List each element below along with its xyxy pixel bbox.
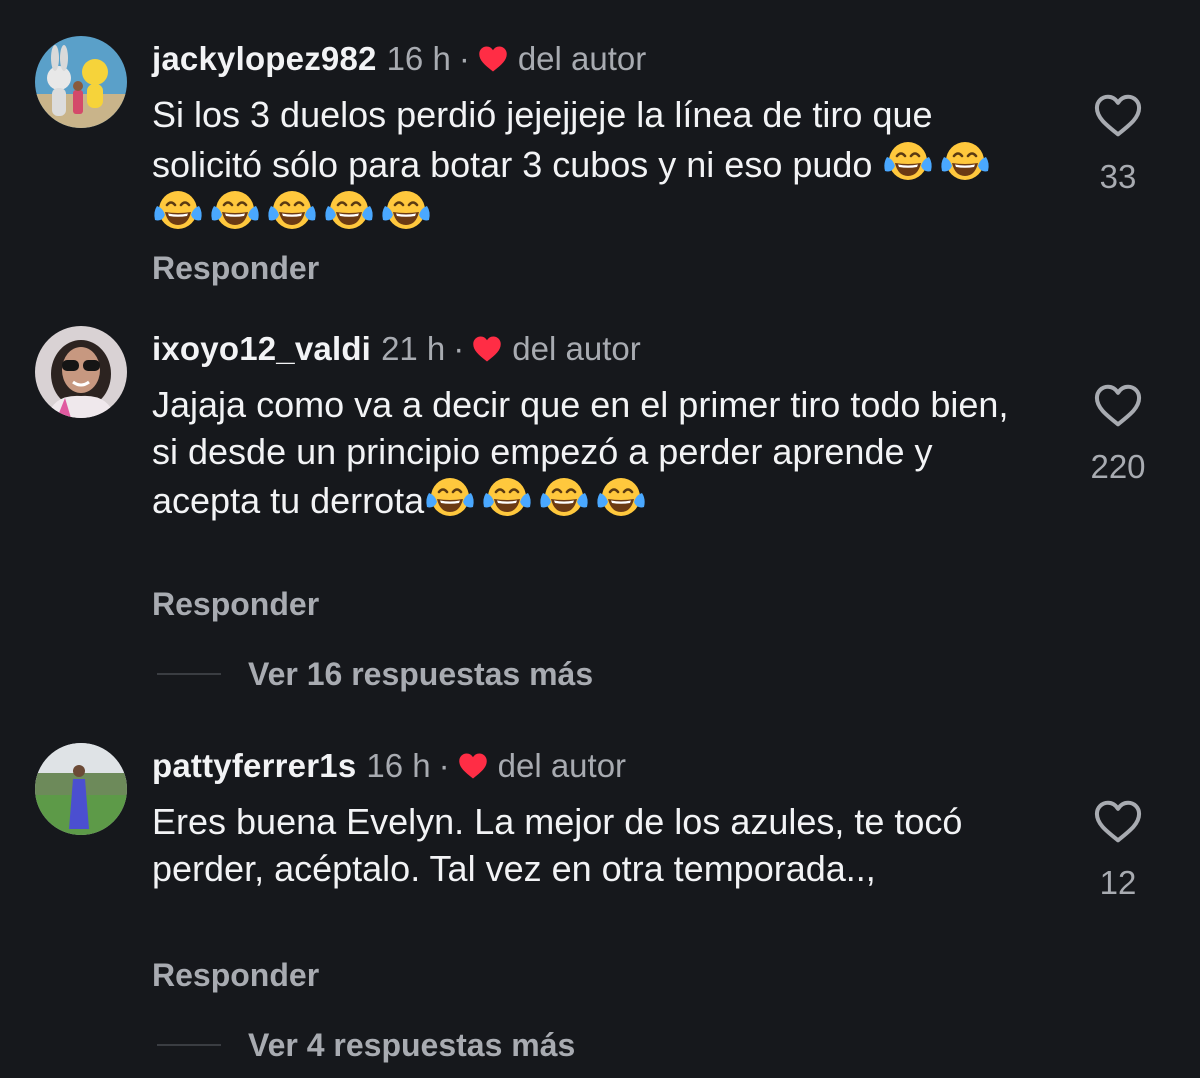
red-heart-icon	[458, 753, 487, 779]
username[interactable]: pattyferrer1s	[152, 747, 356, 785]
thread-divider	[157, 673, 221, 675]
like-control: 33	[1078, 94, 1158, 196]
separator: ·	[438, 747, 450, 784]
emoji-group	[424, 478, 652, 521]
username[interactable]: jackylopez982	[152, 40, 377, 78]
comment-text: Si los 3 duelos perdió jejejjeje la líne…	[152, 92, 1032, 238]
view-more-replies-label[interactable]: Ver 16 respuestas más	[248, 656, 593, 693]
face-with-tears-of-joy-icon	[325, 191, 373, 229]
avatar[interactable]	[35, 36, 127, 128]
heart-outline-icon[interactable]	[1094, 800, 1142, 844]
reply-button[interactable]: Responder	[152, 586, 319, 623]
face-with-tears-of-joy-icon	[268, 191, 316, 229]
face-with-tears-of-joy-icon	[211, 191, 259, 229]
heart-outline-icon[interactable]	[1094, 94, 1142, 138]
comment-header: jackylopez982 16 h · del autor	[152, 35, 646, 83]
red-heart-icon	[479, 46, 507, 72]
comment-text: Jajaja como va a decir que en el primer …	[152, 382, 1032, 525]
comment-body: Eres buena Evelyn. La mejor de los azule…	[152, 801, 963, 889]
face-with-tears-of-joy-icon	[154, 191, 202, 229]
heart-outline-icon[interactable]	[1094, 384, 1142, 428]
like-control: 12	[1078, 800, 1158, 902]
timestamp: 16 h	[386, 40, 451, 77]
view-more-replies[interactable]: Ver 16 respuestas más	[157, 652, 593, 696]
like-count: 220	[1090, 448, 1146, 485]
face-with-tears-of-joy-icon	[540, 478, 588, 516]
comment-header: ixoyo12_valdi 21 h · del autor	[152, 325, 641, 373]
avatar[interactable]	[35, 743, 127, 835]
separator: ·	[458, 40, 470, 77]
view-more-replies-label[interactable]: Ver 4 respuestas más	[248, 1027, 575, 1064]
liked-by-author-label: del autor	[512, 330, 641, 367]
face-with-tears-of-joy-icon	[483, 478, 531, 516]
timestamp: 16 h	[366, 747, 431, 784]
like-control: 220	[1078, 384, 1158, 486]
separator: ·	[453, 330, 465, 367]
like-count: 33	[1099, 158, 1137, 195]
reply-button[interactable]: Responder	[152, 957, 319, 994]
liked-by-author-label: del autor	[517, 40, 647, 77]
timestamp: 21 h	[381, 330, 446, 367]
comment-body: Si los 3 duelos perdió jejejjeje la líne…	[152, 94, 933, 185]
reply-button[interactable]: Responder	[152, 250, 319, 287]
comment-header: pattyferrer1s 16 h · del autor	[152, 742, 626, 790]
red-heart-icon	[473, 336, 502, 362]
liked-by-author-label: del autor	[497, 747, 627, 784]
view-more-replies[interactable]: Ver 4 respuestas más	[157, 1023, 575, 1067]
like-count: 12	[1099, 864, 1137, 901]
username[interactable]: ixoyo12_valdi	[152, 330, 371, 368]
face-with-tears-of-joy-icon	[941, 141, 990, 180]
face-with-tears-of-joy-icon	[382, 191, 430, 229]
thread-divider	[157, 1044, 221, 1046]
avatar[interactable]	[35, 326, 127, 418]
face-with-tears-of-joy-icon	[884, 141, 933, 180]
comment-text: Eres buena Evelyn. La mejor de los azule…	[152, 799, 1032, 892]
face-with-tears-of-joy-icon	[426, 478, 474, 516]
face-with-tears-of-joy-icon	[597, 478, 645, 516]
